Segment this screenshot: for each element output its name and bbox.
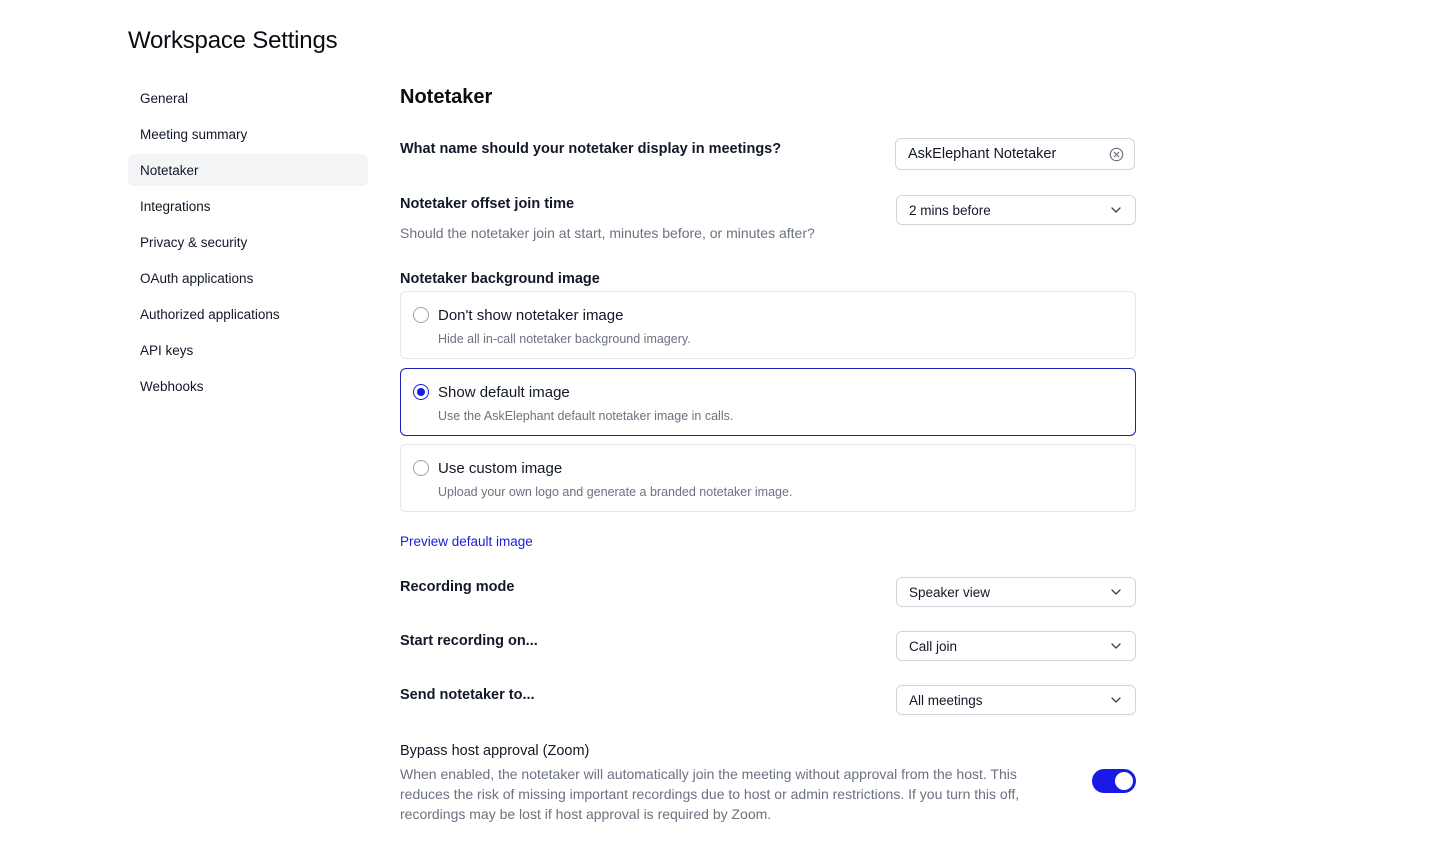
option-no-image[interactable]: Don't show notetaker image Hide all in-c… <box>400 291 1136 359</box>
chevron-down-icon <box>1111 589 1121 595</box>
sidebar-item-privacy-security[interactable]: Privacy & security <box>128 226 368 258</box>
chevron-down-icon <box>1111 697 1121 703</box>
sidebar-item-meeting-summary[interactable]: Meeting summary <box>128 118 368 150</box>
section-title: Notetaker <box>400 86 493 108</box>
option-default-image[interactable]: Show default image Use the AskElephant d… <box>400 368 1136 436</box>
sidebar-item-general[interactable]: General <box>128 82 368 114</box>
recording-mode-label: Recording mode <box>400 579 515 595</box>
sidebar-item-label: Notetaker <box>140 162 199 178</box>
send-notetaker-select[interactable]: All meetings <box>896 685 1136 715</box>
option-description: Use the AskElephant default notetaker im… <box>438 409 734 423</box>
sidebar-item-label: Authorized applications <box>140 306 280 322</box>
option-title: Don't show notetaker image <box>438 307 624 324</box>
sidebar-item-webhooks[interactable]: Webhooks <box>128 370 368 402</box>
option-description: Hide all in-call notetaker background im… <box>438 332 691 346</box>
display-name-label: What name should your notetaker display … <box>400 141 782 157</box>
sidebar-item-authorized-applications[interactable]: Authorized applications <box>128 298 368 330</box>
send-notetaker-label: Send notetaker to... <box>400 687 535 703</box>
page-title: Workspace Settings <box>128 27 338 54</box>
toggle-knob <box>1115 772 1133 790</box>
settings-sidebar: General Meeting summary Notetaker Integr… <box>128 82 368 406</box>
offset-join-value: 2 mins before <box>909 202 991 218</box>
sidebar-item-integrations[interactable]: Integrations <box>128 190 368 222</box>
sidebar-item-label: API keys <box>140 342 194 358</box>
option-custom-image[interactable]: Use custom image Upload your own logo an… <box>400 444 1136 512</box>
option-title: Use custom image <box>438 460 563 477</box>
start-recording-value: Call join <box>909 638 958 654</box>
bypass-host-approval-title: Bypass host approval (Zoom) <box>400 743 590 759</box>
sidebar-item-oauth-applications[interactable]: OAuth applications <box>128 262 368 294</box>
circle-x-icon[interactable] <box>1109 147 1124 162</box>
option-title: Show default image <box>438 384 570 401</box>
radio-custom-image[interactable] <box>413 460 429 476</box>
chevron-down-icon <box>1111 643 1121 649</box>
preview-default-image-link[interactable]: Preview default image <box>400 534 533 549</box>
start-recording-select[interactable]: Call join <box>896 631 1136 661</box>
sidebar-item-label: General <box>140 90 189 106</box>
bypass-host-approval-description: When enabled, the notetaker will automat… <box>400 766 1020 822</box>
background-image-label: Notetaker background image <box>400 271 600 287</box>
radio-default-image[interactable] <box>413 384 429 400</box>
chevron-down-icon <box>1111 207 1121 213</box>
sidebar-item-label: OAuth applications <box>140 270 254 286</box>
bypass-host-approval-toggle[interactable] <box>1092 769 1136 793</box>
offset-join-description: Should the notetaker join at start, minu… <box>400 225 815 241</box>
sidebar-item-label: Integrations <box>140 198 211 214</box>
sidebar-item-label: Privacy & security <box>140 234 248 250</box>
offset-join-label: Notetaker offset join time <box>400 196 575 212</box>
display-name-input[interactable]: AskElephant Notetaker <box>895 138 1135 170</box>
send-notetaker-value: All meetings <box>909 692 983 708</box>
recording-mode-select[interactable]: Speaker view <box>896 577 1136 607</box>
display-name-value: AskElephant Notetaker <box>908 146 1057 162</box>
start-recording-label: Start recording on... <box>400 633 538 649</box>
radio-no-image[interactable] <box>413 307 429 323</box>
sidebar-item-api-keys[interactable]: API keys <box>128 334 368 366</box>
sidebar-item-label: Webhooks <box>140 378 204 394</box>
offset-join-select[interactable]: 2 mins before <box>896 195 1136 225</box>
sidebar-item-notetaker[interactable]: Notetaker <box>128 154 368 186</box>
recording-mode-value: Speaker view <box>909 584 991 600</box>
option-description: Upload your own logo and generate a bran… <box>438 485 793 499</box>
sidebar-item-label: Meeting summary <box>140 126 248 142</box>
